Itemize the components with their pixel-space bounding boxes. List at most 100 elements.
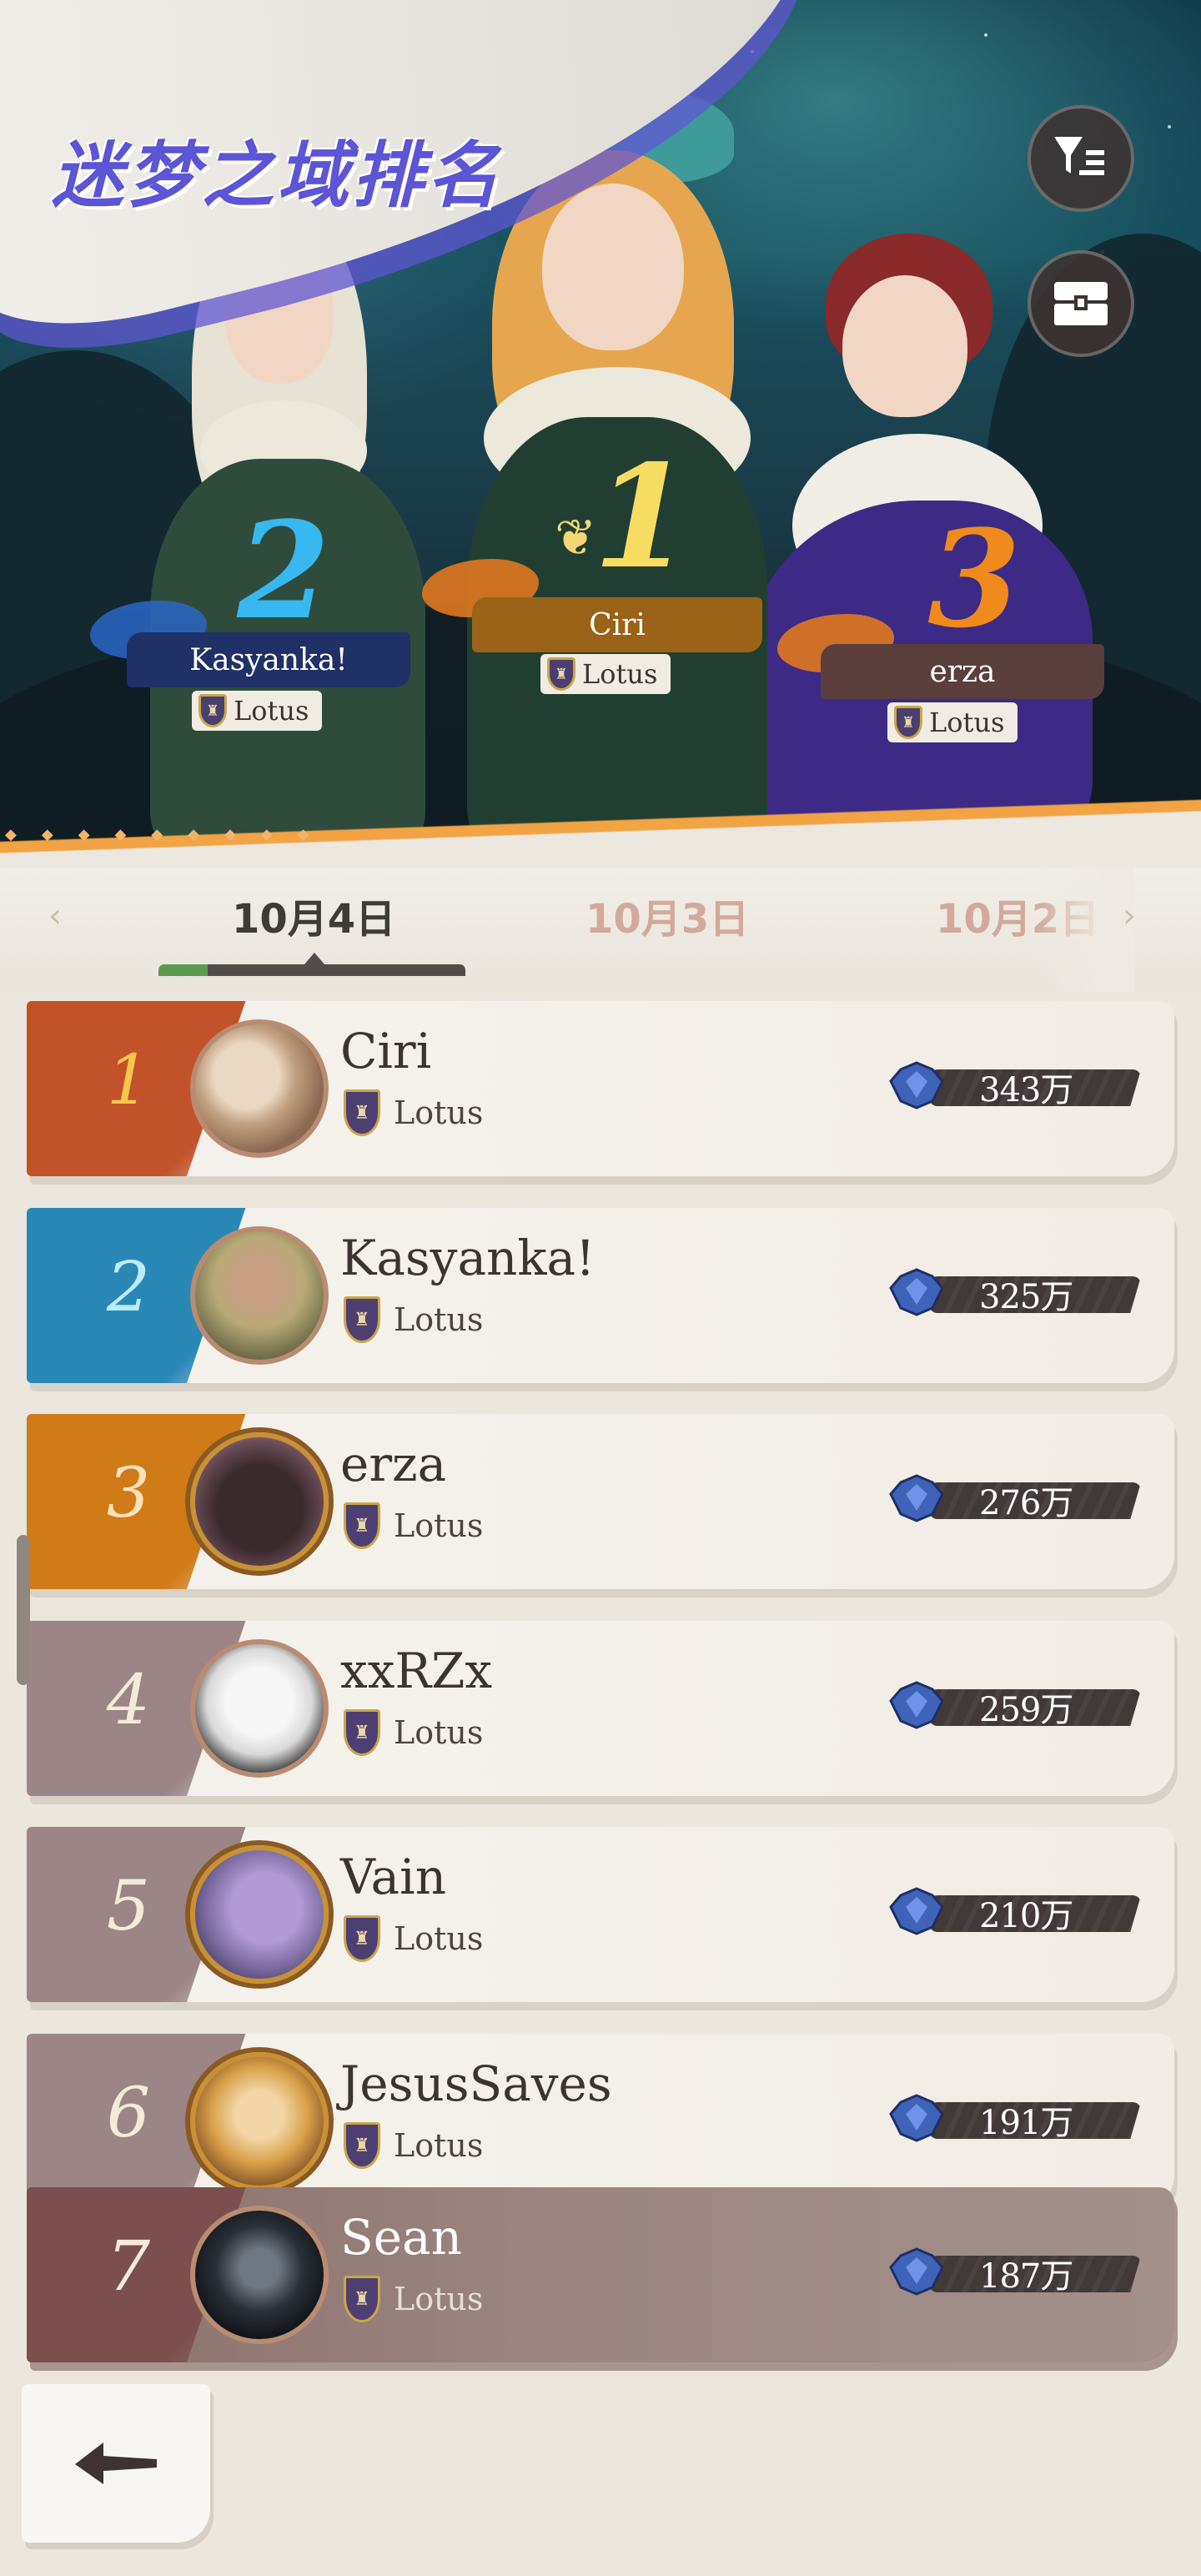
crystal-icon (887, 2090, 946, 2146)
tabs-next-icon[interactable]: › (1123, 897, 1136, 935)
avatar[interactable] (190, 1226, 329, 1365)
podium-rank-2-number: 2 (237, 492, 330, 649)
player-name: erza (340, 1436, 447, 1492)
guild-name: Lotus (394, 1507, 484, 1544)
guild-info: ♜ Lotus (344, 1502, 483, 1549)
podium-rank-2-guild: ♜ Lotus (192, 691, 323, 731)
rank-number: 5 (106, 1867, 151, 1946)
avatar[interactable] (190, 1019, 329, 1158)
guild-shield-icon: ♜ (344, 2122, 380, 2169)
avatar[interactable] (190, 1432, 329, 1571)
guild-shield-icon: ♜ (344, 2276, 380, 2322)
guild-shield-icon: ♜ (344, 1709, 380, 1756)
rank-number: 1 (106, 1041, 151, 1120)
guild-info: ♜ Lotus (344, 1915, 483, 1962)
podium-rank-1-number: 1 (592, 434, 692, 601)
score-badge: 191万 (887, 2090, 1141, 2146)
tabs-fade (1034, 868, 1134, 993)
diamond-ornament: ◆ ◆ ◆ ◆ ◆ ◆ ◆ ◆ ◆ (5, 826, 309, 843)
score-value: 343万 (979, 1071, 1073, 1109)
guild-name: Lotus (394, 1920, 484, 1957)
score-value: 191万 (979, 2104, 1073, 2142)
back-arrow-icon (75, 2443, 157, 2484)
avatar[interactable] (190, 1639, 329, 1778)
hero-banner: 迷梦之域排名 2 Kasyanka! ♜ Lotus ❦ 1 Ciri ♜ Lo… (0, 0, 1201, 843)
avatar[interactable] (190, 1845, 329, 1984)
avatar[interactable] (190, 2052, 329, 2191)
leaderboard-row[interactable]: 3 erza ♜ Lotus 276万 (27, 1414, 1174, 1589)
guild-shield-icon: ♜ (344, 1915, 380, 1962)
guild-shield-icon: ♜ (344, 1502, 380, 1549)
leaderboard-row-self[interactable]: 7 Sean ♜ Lotus 187万 (27, 2187, 1174, 2362)
rank-number: 7 (106, 2227, 151, 2307)
avatar[interactable] (190, 2206, 329, 2344)
back-button[interactable] (22, 2384, 210, 2543)
leaderboard-row[interactable]: 6 JesusSaves ♜ Lotus 191万 (27, 2034, 1174, 2209)
rank-number: 4 (106, 1661, 151, 1740)
crystal-icon (887, 1058, 946, 1113)
filter-button[interactable] (1028, 105, 1134, 212)
crystal-icon (887, 1265, 946, 1320)
guild-info: ♜ Lotus (344, 1089, 483, 1136)
guild-name: Lotus (394, 2281, 484, 2317)
score-value: 259万 (979, 1691, 1073, 1729)
score-value: 187万 (979, 2257, 1073, 2296)
player-name: Vain (340, 1849, 447, 1905)
rank-number: 6 (106, 2074, 151, 2153)
podium-rank-3-number: 3 (927, 501, 1021, 657)
guild-shield-icon: ♜ (344, 1089, 380, 1136)
score-badge: 187万 (887, 2244, 1141, 2299)
guild-name: Lotus (394, 1094, 484, 1131)
guild-name: Lotus (394, 2127, 484, 2164)
treasure-chest-icon (1054, 282, 1108, 325)
filter-list-icon (1054, 137, 1104, 175)
podium-rank-1-name[interactable]: Ciri (472, 597, 762, 652)
tab-date-1[interactable]: 10月4日 (232, 886, 395, 944)
star (1168, 125, 1171, 128)
guild-name: Lotus (394, 1714, 484, 1751)
guild-shield-icon: ♜ (894, 706, 922, 739)
rank-number: 2 (106, 1248, 151, 1327)
crystal-icon (887, 2244, 946, 2299)
score-value: 210万 (979, 1897, 1073, 1935)
guild-shield-icon: ♜ (344, 1296, 380, 1343)
player-name: Kasyanka! (340, 1230, 595, 1286)
crystal-icon (887, 1678, 946, 1733)
player-name: Ciri (340, 1023, 432, 1079)
player-name: JesusSaves (340, 2055, 612, 2112)
tabs-prev-icon[interactable]: ‹ (48, 897, 62, 935)
crystal-icon (887, 1884, 946, 1939)
podium-rank-1-guild-label: Lotus (582, 658, 658, 690)
guild-info: ♜ Lotus (344, 2122, 483, 2169)
score-badge: 210万 (887, 1884, 1141, 1939)
star (984, 33, 987, 37)
tab-date-2[interactable]: 10月3日 (585, 886, 749, 944)
leaderboard-row[interactable]: 1 Ciri ♜ Lotus 343万 (27, 1001, 1174, 1176)
active-tab-indicator (158, 964, 465, 976)
score-badge: 343万 (887, 1058, 1141, 1113)
score-badge: 259万 (887, 1678, 1141, 1733)
score-value: 276万 (979, 1484, 1073, 1522)
rank-number: 3 (106, 1454, 151, 1533)
score-badge: 325万 (887, 1265, 1141, 1320)
player-name: xxRZx (340, 1643, 493, 1699)
podium-rank-1-guild: ♜ Lotus (540, 654, 671, 694)
player-name: Sean (340, 2209, 462, 2266)
podium-rank-3-name[interactable]: erza (821, 644, 1104, 699)
leaderboard-row[interactable]: 5 Vain ♜ Lotus 210万 (27, 1827, 1174, 2002)
page-title: 迷梦之域排名 (52, 134, 502, 218)
podium-rank-2-name[interactable]: Kasyanka! (127, 632, 410, 687)
guild-shield-icon: ♜ (198, 694, 227, 727)
guild-info: ♜ Lotus (344, 1296, 483, 1343)
podium-rank-2-guild-label: Lotus (234, 695, 309, 727)
leaderboard-row[interactable]: 2 Kasyanka! ♜ Lotus 325万 (27, 1208, 1174, 1383)
ranking-screen: 迷梦之域排名 2 Kasyanka! ♜ Lotus ❦ 1 Ciri ♜ Lo… (0, 0, 1201, 2576)
leaderboard-row[interactable]: 4 xxRZx ♜ Lotus 259万 (27, 1621, 1174, 1796)
rewards-button[interactable] (1028, 250, 1134, 357)
guild-info: ♜ Lotus (344, 1709, 483, 1756)
crystal-icon (887, 1471, 946, 1526)
podium-rank-3-guild-label: Lotus (929, 707, 1005, 738)
podium-rank-3-guild: ♜ Lotus (887, 702, 1018, 742)
scroll-handle[interactable] (17, 1535, 30, 1685)
score-badge: 276万 (887, 1471, 1141, 1526)
